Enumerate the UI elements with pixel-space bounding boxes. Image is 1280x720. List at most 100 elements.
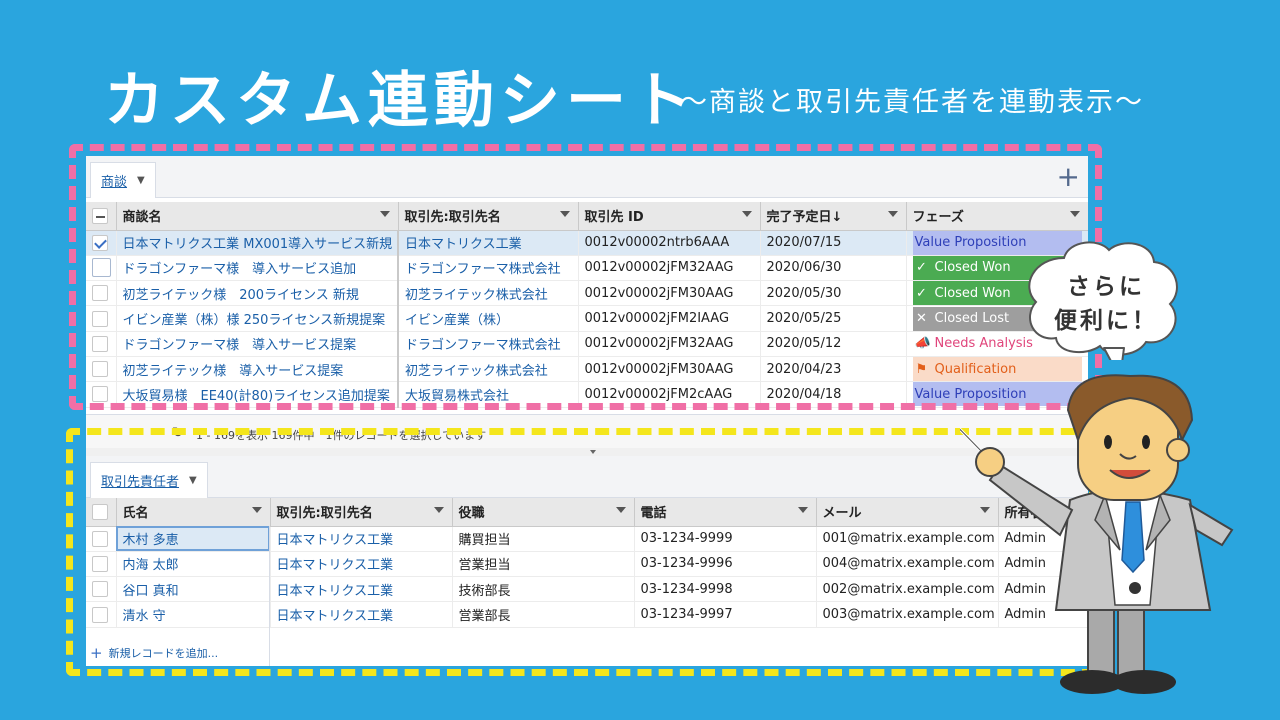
close-date-cell[interactable]: 2020/04/18 [760,381,907,408]
account-name-cell[interactable]: 日本マトリクス工業 [270,601,453,628]
add-tab-button[interactable]: + [1057,162,1080,192]
account-id-cell[interactable]: 0012v00002jFM32AAG [578,255,761,282]
row-checkbox-cell[interactable] [86,601,117,628]
account-id-cell[interactable]: 0012v00002ntrb6AAA [578,230,761,256]
checkbox-icon[interactable] [92,606,108,623]
account-name-cell[interactable]: 大坂貿易株式会社 [398,381,579,408]
column-header[interactable]: 役職 [452,498,635,527]
close-date-cell[interactable]: 2020/06/30 [760,255,907,282]
contact-name-cell[interactable]: 木村 多恵 [116,526,271,552]
account-name-cell[interactable]: 初芝ライテック株式会社 [398,280,579,307]
table-row[interactable]: 谷口 真和 日本マトリクス工業 技術部長 03-1234-9998 002@matrix… [86,576,1088,603]
column-menu-icon[interactable] [797,507,808,513]
account-name-cell[interactable]: 日本マトリクス工業 [270,526,453,552]
column-header[interactable]: フェーズ [906,202,1088,231]
job-title-cell[interactable]: 営業部長 [452,601,635,628]
phone-cell[interactable]: 03-1234-9999 [634,526,817,552]
opportunity-name-cell[interactable]: ドラゴンファーマ様 導入サービス追加 [116,255,399,282]
row-checkbox-cell[interactable] [86,230,117,256]
checkbox-icon[interactable] [92,234,108,251]
row-checkbox-cell[interactable] [86,280,117,307]
account-name-cell[interactable]: 日本マトリクス工業 [270,551,453,578]
contact-name-cell[interactable]: 清水 守 [116,601,271,628]
checkbox-icon[interactable] [92,581,108,598]
row-checkbox-cell[interactable] [86,331,117,357]
column-menu-icon[interactable] [433,507,444,513]
column-menu-icon[interactable] [379,211,390,217]
table-row[interactable]: 日本マトリクス工業 MX001導入サービス新規 日本マトリクス工業 0012v000… [86,230,1088,256]
row-checkbox-cell[interactable] [86,356,117,383]
account-id-cell[interactable]: 0012v00002jFM30AAG [578,280,761,307]
column-header[interactable]: 取引先 ID [578,202,761,231]
caret-down-icon[interactable] [590,450,596,454]
row-checkbox-cell[interactable] [86,255,117,282]
column-menu-icon[interactable] [741,211,752,217]
opportunity-name-cell[interactable]: 大坂貿易様 EE40(計80)ライセンス追加提案 [116,381,399,408]
row-checkbox-cell[interactable] [86,576,117,603]
opportunity-name-cell[interactable]: ドラゴンファーマ様 導入サービス提案 [116,331,399,357]
column-menu-icon[interactable] [887,211,898,217]
table-row[interactable]: 清水 守日本マトリクス工業 営業部長 03-1234-9997 003@matrix.… [86,601,1088,628]
account-name-cell[interactable]: 初芝ライテック株式会社 [398,356,579,383]
table-row[interactable]: 大坂貿易様 EE40(計80)ライセンス追加提案 大坂貿易株式会社 0012v000… [86,381,1088,408]
contact-name-cell[interactable]: 谷口 真和 [116,576,271,603]
close-date-cell[interactable]: 2020/04/23 [760,356,907,383]
checkbox-icon[interactable] [92,207,108,224]
plus-icon[interactable]: + [90,644,103,662]
account-name-cell[interactable]: イビン産業（株） [398,305,579,332]
pane-splitter[interactable] [86,448,1088,456]
column-menu-icon[interactable] [559,211,570,217]
contact-name-cell[interactable]: 内海 太郎 [116,551,271,578]
job-title-cell[interactable]: 購買担当 [452,526,635,552]
checkbox-icon[interactable] [92,530,108,547]
select-all-checkbox[interactable] [86,202,117,231]
select-all-checkbox[interactable] [86,498,117,527]
close-date-cell[interactable]: 2020/07/15 [760,230,907,256]
row-checkbox-cell[interactable] [86,305,117,332]
add-record-button[interactable]: + 新規レコードを追加... [90,644,218,662]
opportunity-name-cell[interactable]: 初芝ライテック様 導入サービス提案 [116,356,399,383]
column-menu-icon[interactable] [1069,211,1080,217]
account-id-cell[interactable]: 0012v00002jFM2IAAG [578,305,761,332]
account-id-cell[interactable]: 0012v00002jFM32AAG [578,331,761,357]
column-header[interactable]: 完了予定日↓ [760,202,907,231]
checkbox-icon[interactable] [92,310,108,327]
table-row[interactable]: 内海 太郎 日本マトリクス工業 営業担当 03-1234-9996 004@matrix… [86,551,1088,578]
chevron-down-icon[interactable]: ▼ [189,475,197,486]
close-date-cell[interactable]: 2020/05/25 [760,305,907,332]
account-name-cell[interactable]: 日本マトリクス工業 [398,230,579,256]
column-header[interactable]: 氏名 [116,498,271,527]
column-header[interactable]: 取引先:取引先名 [270,498,453,527]
column-header[interactable]: 取引先:取引先名 [398,202,579,231]
account-name-cell[interactable]: 日本マトリクス工業 [270,576,453,603]
table-row[interactable]: ドラゴンファーマ様 導入サービス提案 ドラゴンファーマ株式会社 0012v00002… [86,331,1088,357]
checkbox-icon[interactable] [92,361,108,378]
tab-contact-label[interactable]: 取引先責任者 [101,471,179,490]
close-date-cell[interactable]: 2020/05/30 [760,280,907,307]
account-name-cell[interactable]: ドラゴンファーマ株式会社 [398,331,579,357]
column-menu-icon[interactable] [251,507,262,513]
column-header[interactable]: 電話 [634,498,817,527]
opportunity-name-cell[interactable]: 日本マトリクス工業 MX001導入サービス新規 [116,230,399,256]
account-id-cell[interactable]: 0012v00002jFM2cAAG [578,381,761,408]
table-row[interactable]: 初芝ライテック様 200ライセンス 新規 初芝ライテック株式会社 0012v0000… [86,280,1088,307]
table-row[interactable]: ドラゴンファーマ様 導入サービス追加 ドラゴンファーマ株式会社 0012v00002… [86,255,1088,282]
checkbox-icon[interactable] [92,285,108,302]
checkbox-icon[interactable] [92,335,108,352]
tab-opportunity[interactable]: 商談 ▼ [90,162,156,198]
opportunity-name-cell[interactable]: 初芝ライテック様 200ライセンス 新規 [116,280,399,307]
refresh-icon[interactable]: ↻ [172,425,184,441]
row-checkbox-cell[interactable] [86,381,117,408]
chevron-down-icon[interactable]: ▼ [137,175,145,186]
row-checkbox-cell[interactable] [86,526,117,552]
account-id-cell[interactable]: 0012v00002jFM30AAG [578,356,761,383]
checkbox-icon[interactable] [92,386,108,403]
table-row[interactable]: イビン産業（株）様 250ライセンス新規提案 イビン産業（株） 0012v00002… [86,305,1088,332]
row-checkbox-cell[interactable] [86,551,117,578]
phone-cell[interactable]: 03-1234-9997 [634,601,817,628]
job-title-cell[interactable]: 技術部長 [452,576,635,603]
checkbox-icon[interactable] [92,555,108,572]
checkbox-icon[interactable] [92,258,111,278]
account-name-cell[interactable]: ドラゴンファーマ株式会社 [398,255,579,282]
close-date-cell[interactable]: 2020/05/12 [760,331,907,357]
